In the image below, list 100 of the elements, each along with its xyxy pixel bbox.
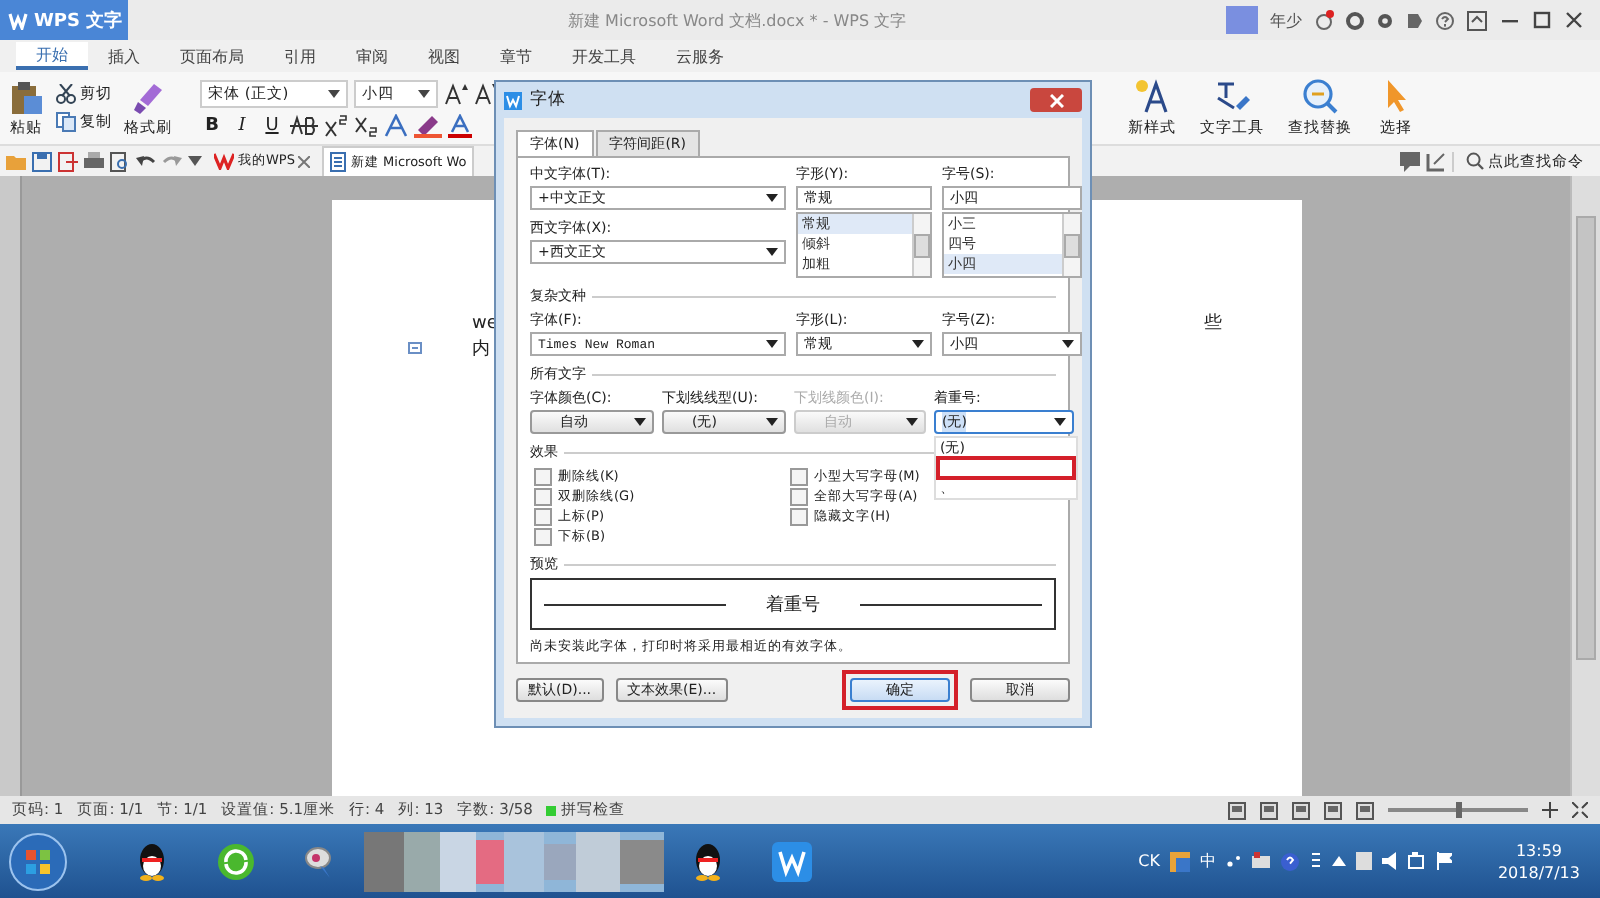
underline-button[interactable]: U (260, 113, 284, 137)
copy-icon (56, 112, 76, 132)
preview-icon[interactable] (110, 151, 130, 171)
dropdown-arrow-icon[interactable] (188, 156, 202, 166)
dropdown-arrow-icon (1054, 418, 1066, 426)
ime-icon[interactable] (1169, 851, 1190, 871)
clock-time[interactable]: 13:59 (1515, 841, 1563, 859)
document-icon (330, 152, 347, 172)
scrollbar[interactable] (1062, 214, 1080, 276)
text-effect-icon[interactable] (384, 113, 408, 137)
web-view-icon[interactable] (1324, 801, 1342, 819)
scrollbar[interactable] (912, 214, 930, 276)
checkbox[interactable] (790, 487, 809, 505)
bell-icon[interactable] (1314, 10, 1334, 30)
dropdown-arrow-icon (634, 418, 646, 426)
print-icon[interactable] (84, 151, 104, 171)
checkbox[interactable] (534, 487, 552, 505)
penguin-icon[interactable] (692, 841, 724, 881)
menu-tab[interactable]: 引用 (264, 42, 336, 70)
text-tool-icon (1212, 78, 1252, 114)
settings-icon[interactable] (1309, 852, 1322, 870)
checkbox[interactable] (790, 467, 809, 485)
wps-logo-icon (504, 91, 522, 109)
restore-ribbon-icon[interactable] (1466, 9, 1488, 31)
user-name[interactable]: 年少 (1270, 9, 1302, 31)
comment-icon[interactable] (1400, 151, 1420, 171)
document-text: 内 (472, 337, 490, 362)
menu-tab[interactable]: 开发工具 (552, 42, 656, 70)
close-button[interactable] (1030, 88, 1082, 112)
dropdown-arrow-icon (766, 248, 778, 256)
layout-icon[interactable] (408, 342, 424, 356)
window-title: 新建 Microsoft Word 文档.docx * - WPS 文字 (568, 9, 907, 31)
reading-view-icon[interactable] (1356, 801, 1374, 819)
wps-logo-icon[interactable] (772, 841, 812, 881)
checkbox[interactable] (534, 467, 552, 485)
punctuation-icon[interactable] (1225, 853, 1242, 869)
close-icon (1049, 93, 1063, 107)
outline-view-icon[interactable] (1292, 801, 1310, 819)
menu-tab[interactable]: 审阅 (336, 42, 408, 70)
ring-icon[interactable] (1346, 11, 1364, 29)
clipboard-icon (8, 79, 44, 115)
battery-icon[interactable] (1407, 852, 1426, 870)
checkbox[interactable] (790, 507, 809, 525)
magnifier-icon (1300, 78, 1340, 114)
maximize-icon[interactable] (1532, 10, 1552, 30)
undo-icon[interactable] (136, 151, 156, 171)
help-icon[interactable] (1279, 851, 1300, 871)
save-icon[interactable] (32, 151, 52, 171)
clock-date[interactable]: 2018/7/13 (1497, 863, 1580, 881)
app-menu-button[interactable]: WPS 文字 (0, 0, 128, 40)
subscript-icon[interactable] (354, 113, 378, 137)
wps-logo-icon (214, 152, 234, 170)
grow-font-icon[interactable] (444, 81, 468, 105)
keyboard-icon[interactable] (1251, 852, 1270, 870)
export-icon[interactable] (58, 151, 78, 171)
highlight-icon[interactable] (414, 113, 442, 137)
refresh-icon[interactable] (216, 841, 256, 881)
superscript-icon[interactable] (324, 113, 348, 137)
settings-icon[interactable] (1376, 11, 1394, 29)
search-icon (1466, 152, 1484, 170)
skin-icon[interactable] (1406, 11, 1424, 29)
tray-arrow-icon[interactable] (1331, 856, 1346, 866)
dropdown-arrow-icon (766, 418, 778, 426)
pen-icon[interactable] (1426, 151, 1446, 171)
penguin-icon[interactable] (136, 841, 168, 881)
menu-tab[interactable]: 章节 (480, 42, 552, 70)
dropdown-arrow-icon (766, 194, 778, 202)
menu-tab[interactable]: 插入 (88, 42, 160, 70)
start-button[interactable] (8, 831, 68, 891)
dropdown-arrow-icon (328, 89, 340, 97)
menu-tab[interactable]: 视图 (408, 42, 480, 70)
dropdown-arrow-icon (906, 418, 918, 426)
network-icon[interactable] (1355, 852, 1372, 870)
dropdown-arrow-icon (912, 340, 924, 348)
tray-text[interactable]: CK (1138, 852, 1160, 870)
font-color-icon[interactable] (448, 113, 472, 137)
styles-icon (1132, 78, 1172, 114)
dialog-title: 字体 (530, 88, 566, 112)
checkbox[interactable] (534, 507, 552, 525)
flag-icon[interactable] (1435, 852, 1452, 870)
bold-button[interactable]: B (200, 113, 224, 137)
fit-icon[interactable] (1572, 802, 1588, 818)
tray-text[interactable]: 中 (1199, 850, 1216, 872)
strikethrough-icon[interactable] (290, 113, 318, 137)
italic-button[interactable]: I (230, 113, 254, 137)
checkbox[interactable] (534, 527, 552, 545)
volume-icon[interactable] (1381, 852, 1398, 870)
vertical-scrollbar[interactable] (1570, 176, 1600, 796)
dropdown-arrow-icon (418, 89, 430, 97)
menu-tab[interactable]: 页面布局 (160, 42, 264, 70)
menu-tab[interactable]: 开始 (16, 42, 88, 70)
menu-tab[interactable]: 云服务 (656, 42, 744, 70)
help-icon[interactable] (1436, 11, 1454, 29)
close-icon[interactable] (1564, 10, 1584, 30)
preview-text: 着重号 (766, 593, 820, 617)
dropdown-arrow-icon (766, 340, 778, 348)
full-screen-icon[interactable] (1228, 801, 1246, 819)
zoom-in-icon[interactable] (1542, 802, 1558, 818)
brush-icon (132, 79, 164, 115)
page-view-icon[interactable] (1260, 801, 1278, 819)
